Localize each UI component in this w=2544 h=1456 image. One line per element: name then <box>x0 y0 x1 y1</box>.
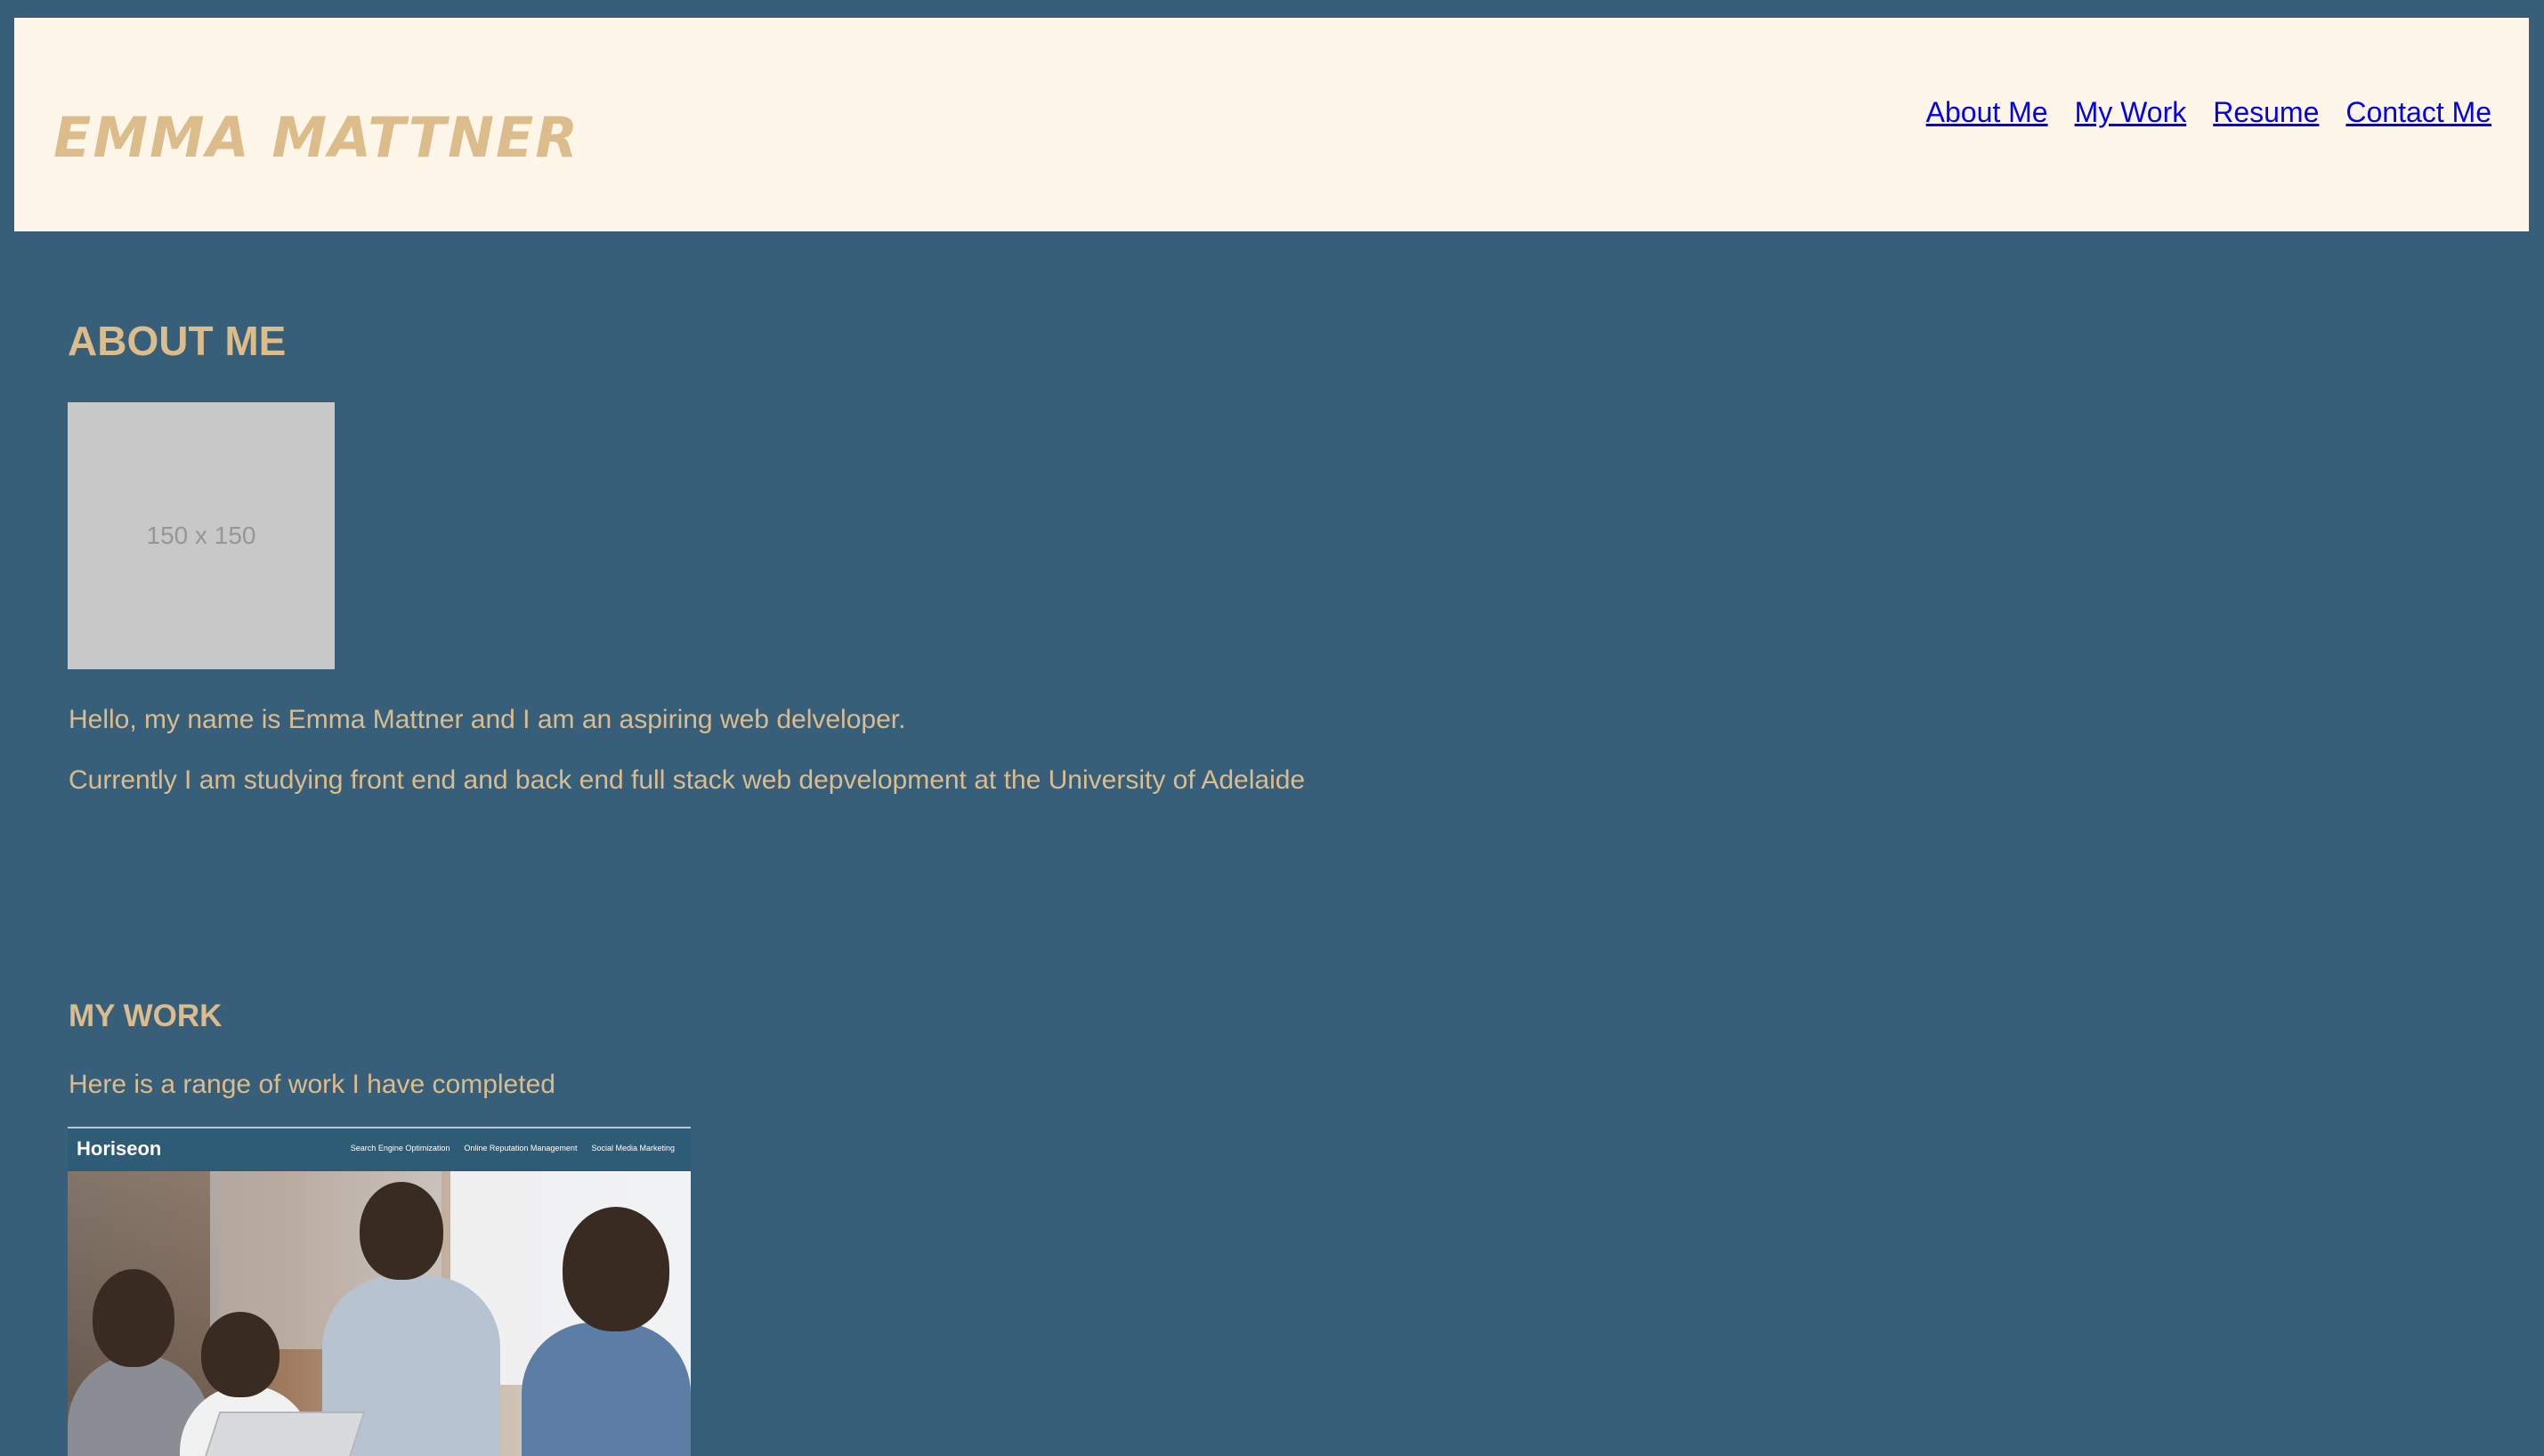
work-thumbnail-horiseon[interactable]: Horiseon Search Engine Optimization Onli… <box>68 1127 691 1456</box>
about-paragraph-study: Currently I am studying front end and ba… <box>69 765 1306 795</box>
thumbnail-nav-item: Search Engine Optimization <box>350 1144 450 1153</box>
site-title: EMMA MATTNER <box>53 105 580 170</box>
thumbnail-nav: Search Engine Optimization Online Reputa… <box>351 1145 675 1153</box>
work-intro-text: Here is a range of work I have completed <box>69 1070 555 1099</box>
work-section-title: MY WORK <box>69 999 223 1033</box>
nav-link-contact-me[interactable]: Contact Me <box>2346 98 2491 126</box>
photo-person-head <box>360 1182 443 1280</box>
thumbnail-nav-item: Social Media Marketing <box>591 1144 675 1153</box>
site-header: EMMA MATTNER About Me My Work Resume Con… <box>14 18 2529 231</box>
thumbnail-logo: Horiseon <box>77 1137 162 1160</box>
nav-link-about-me[interactable]: About Me <box>1926 98 2048 126</box>
main-nav: About Me My Work Resume Contact Me <box>1926 98 2491 126</box>
thumbnail-header: Horiseon Search Engine Optimization Onli… <box>68 1128 691 1169</box>
thumbnail-team-photo <box>68 1171 691 1456</box>
thumbnail-nav-item: Online Reputation Management <box>464 1144 578 1153</box>
about-paragraph-intro: Hello, my name is Emma Mattner and I am … <box>69 705 906 734</box>
profile-image-label: 150 x 150 <box>146 522 256 549</box>
photo-person-head <box>563 1207 669 1331</box>
nav-link-resume[interactable]: Resume <box>2213 98 2319 126</box>
photo-person-head <box>93 1269 174 1367</box>
photo-person-body <box>522 1323 691 1456</box>
profile-image-placeholder: 150 x 150 <box>68 402 335 669</box>
nav-link-my-work[interactable]: My Work <box>2075 98 2187 126</box>
about-section-title: ABOUT ME <box>68 318 287 364</box>
photo-laptop <box>200 1412 366 1456</box>
photo-person-head <box>201 1312 280 1397</box>
